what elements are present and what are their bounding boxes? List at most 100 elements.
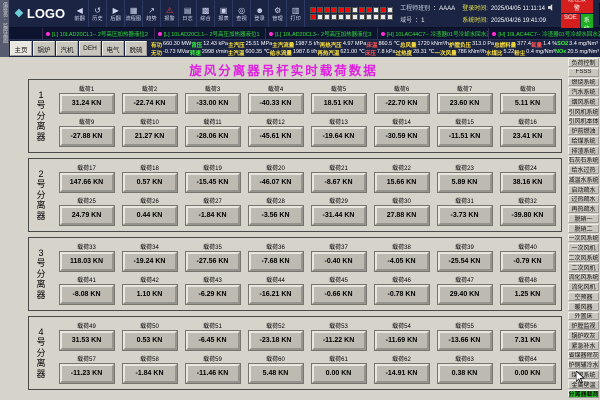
tab-5[interactable]: 脱硫	[125, 41, 147, 56]
process-alarm-button[interactable]: 过程报警	[561, 0, 593, 13]
load-cell: 载荷2215.66 KN	[373, 165, 431, 192]
load-cell: 载荷180.57 KN	[121, 165, 179, 192]
sidebar-item-7[interactable]: 炉前燃油	[568, 126, 599, 135]
speaker-icon[interactable]	[548, 4, 555, 11]
status-value: 1.4 %	[543, 41, 557, 49]
sidebar-item-12[interactable]: 减温水系统	[568, 175, 599, 184]
sidebar-item-25[interactable]: 暖风器	[568, 302, 599, 311]
sidebar-item-21[interactable]: 二次风机	[568, 263, 599, 272]
toolbar-button-report[interactable]: ▣报表	[215, 0, 233, 27]
sidebar-item-27[interactable]: 炉膛监视	[568, 321, 599, 330]
toolbar-button-flowchart[interactable]: ▦流程图	[125, 0, 143, 27]
sidebar-item-17[interactable]: 脱硝二	[568, 224, 599, 233]
sidebar-item-28[interactable]: 锅炉吹灰	[568, 331, 599, 340]
sidebar-item-0[interactable]: 负荷控制	[568, 58, 599, 67]
sidebar-item-15[interactable]: 再热疏水	[568, 204, 599, 213]
tab-2[interactable]: 汽机	[56, 41, 78, 56]
status-label: 床压	[365, 49, 376, 57]
toolbar-button-log[interactable]: ▤日志	[179, 0, 197, 27]
status-value: 860.5 ℃	[378, 41, 399, 49]
load-value: 29.40 KN	[438, 285, 492, 304]
toolbar-button-overview[interactable]: ▩综合	[197, 0, 215, 27]
load-cell: 载荷57-11.23 KN	[58, 356, 116, 383]
sidebar-item-9[interactable]: 排渣系统	[568, 146, 599, 155]
load-value: -11.23 KN	[60, 364, 114, 383]
sidebar-item-2[interactable]: 燃烧系统	[568, 78, 599, 87]
alarm-message[interactable]: [L] 10LAD20CL3-- 2号高压加热器液位3	[265, 28, 377, 39]
sidebar-item-4[interactable]: 烟风系统	[568, 97, 599, 106]
sidebar-item-8[interactable]: 给煤系统	[568, 136, 599, 145]
alarm-led	[317, 7, 323, 13]
load-value: 23.41 KN	[501, 127, 555, 146]
sidebar-item-29[interactable]: 紧急补水	[568, 341, 599, 350]
sidebar-item-11[interactable]: 给水过热	[568, 165, 599, 174]
toolbar-button-view[interactable]: ◎查视	[233, 0, 251, 27]
sidebar-item-24[interactable]: 空预器	[568, 292, 599, 301]
status-pair: 氧量1.4 %	[531, 41, 557, 49]
sidebar-item-26[interactable]: 外置床	[568, 312, 599, 321]
sidebar-item-6[interactable]: 引风机本体	[568, 117, 599, 126]
load-cell: 载荷421.10 KN	[121, 277, 179, 304]
sidebar-item-22[interactable]: 流化风系统	[568, 273, 599, 282]
load-value: 38.16 KN	[501, 173, 555, 192]
sidebar-item-30[interactable]: 省煤器除灰	[568, 351, 599, 360]
sidebar-item-16[interactable]: 脱硝一	[568, 214, 599, 223]
load-label: 载荷63	[455, 356, 474, 364]
sidebar-item-18[interactable]: 一次风系统	[568, 234, 599, 243]
load-label: 载荷33	[77, 244, 96, 252]
status-pair: 转速2998 r/min	[190, 49, 228, 57]
alarm-led	[331, 7, 337, 13]
load-value: 1.10 KN	[123, 285, 177, 304]
alarm-text: [H] 10LAC44C7-- 冷渣器01号冷却水回水温度1	[498, 30, 600, 38]
toolbar-button-prev[interactable]: ◀前翻	[71, 0, 89, 27]
sidebar-item-13[interactable]: 启动疏水	[568, 185, 599, 194]
toolbar-button-trend[interactable]: ↗趋势	[143, 0, 161, 27]
sidebar-item-10[interactable]: 石灰石系统	[568, 156, 599, 165]
alarm-message[interactable]: [H] 10LAC44C7-- 冷渣器01号冷却水回水温度1	[488, 28, 600, 39]
status-pair: 主汽流量1987.5 t/h	[272, 41, 319, 49]
alarm-message[interactable]: [H] 10LAC44C7-- 冷渣器01号冷却水回水温度2	[377, 28, 489, 39]
status-value: 2998 r/min	[202, 49, 228, 57]
load-value: -45.61 KN	[249, 127, 303, 146]
overview-icon: ▩	[202, 6, 210, 16]
load-cell: 载荷4-40.33 KN	[247, 86, 305, 113]
sidebar-item-20[interactable]: 二次风系统	[568, 253, 599, 262]
toolbar-button-history[interactable]: ↺历史	[89, 0, 107, 27]
tab-4[interactable]: 电气	[102, 41, 124, 56]
sidebar-item-5[interactable]: 引风机系统	[568, 107, 599, 116]
app-logo: ❖ LOGO	[0, 0, 71, 27]
load-value: -39.80 KN	[501, 206, 555, 225]
status-value: 12.43 kPa	[203, 41, 228, 49]
tab-0[interactable]: 主页	[10, 41, 32, 56]
alarm-led	[366, 14, 372, 20]
toolbar-button-alarm[interactable]: ⚠报警	[161, 0, 179, 27]
load-cell: 载荷45-0.66 KN	[310, 277, 368, 304]
alarm-message-bar: [L] 10LAD20CL1-- 2号高压加热器液位2 [L] 10LAD20CL…	[0, 28, 600, 40]
alarm-led	[317, 14, 323, 20]
sidebar-item-19[interactable]: 一次风机	[568, 243, 599, 252]
sidebar-item-23[interactable]: 流化风机	[568, 282, 599, 291]
load-cell: 载荷481.25 KN	[499, 277, 557, 304]
tab-3[interactable]: DEH	[79, 41, 101, 56]
status-label: 氧量	[531, 41, 542, 49]
load-cell: 载荷43-6.29 KN	[184, 277, 242, 304]
status-label: 再热汽温	[317, 49, 339, 57]
load-cell: 载荷14-30.59 KN	[373, 119, 431, 146]
sidebar-item-14[interactable]: 过热疏水	[568, 195, 599, 204]
sidebar-item-31[interactable]: 炉侧辅冷水	[568, 360, 599, 369]
alarm-message[interactable]: [L] 10LAD20CL1-- 2号高压加热器液位2	[42, 28, 154, 39]
alarm-message[interactable]: [L] 10LAD20CL1-- 2号高压加热器液位1	[154, 28, 266, 39]
toolbar-button-manage[interactable]: ⚙管理	[269, 0, 287, 27]
alarm-text: [L] 10LAD20CL1-- 2号高压加热器液位2	[52, 30, 148, 38]
toolbar-button-login[interactable]: ☻登录	[251, 0, 269, 27]
sidebar-item-3[interactable]: 汽水系统	[568, 87, 599, 96]
toolbar-button-print[interactable]: ▥打印	[287, 0, 305, 27]
alarm-led	[359, 14, 365, 20]
load-label: 载荷29	[329, 198, 348, 206]
sidebar-item-34[interactable]: 分离器载荷	[568, 390, 599, 399]
load-value: -6.29 KN	[186, 285, 240, 304]
toolbar-button-next[interactable]: ▶后翻	[107, 0, 125, 27]
sidebar-item-1[interactable]: FSSS	[568, 68, 599, 77]
load-value: -3.56 KN	[249, 206, 303, 225]
tab-1[interactable]: 锅炉	[33, 41, 55, 56]
